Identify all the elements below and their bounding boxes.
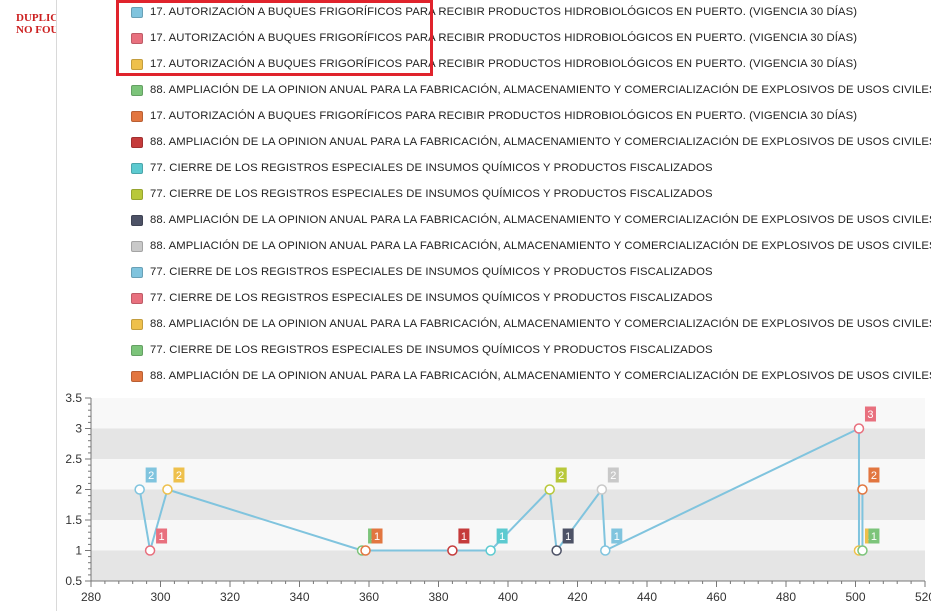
data-point <box>447 545 458 556</box>
data-label: 1 <box>499 531 505 543</box>
legend-swatch <box>131 162 143 174</box>
x-tick-label: 480 <box>776 590 796 604</box>
legend-item[interactable]: 88. AMPLIACIÓN DE LA OPINION ANUAL PARA … <box>131 315 931 333</box>
data-label: 1 <box>565 531 571 543</box>
legend-swatch <box>131 214 143 226</box>
x-tick-label: 280 <box>81 590 101 604</box>
data-label: 3 <box>867 409 873 421</box>
legend-swatch <box>131 188 143 200</box>
legend-item[interactable]: 88. AMPLIACIÓN DE LA OPINION ANUAL PARA … <box>131 81 931 99</box>
data-label: 1 <box>614 531 620 543</box>
data-point <box>485 545 496 556</box>
data-point <box>162 484 173 495</box>
line-chart: 0.5 1 1.5 2 2.5 3 3.5 280 300 320 340 360 380 400 420 4… <box>65 391 931 604</box>
legend-label: 88. AMPLIACIÓN DE LA OPINION ANUAL PARA … <box>150 318 931 330</box>
legend-label: 17. AUTORIZACIÓN A BUQUES FRIGORÍFICOS P… <box>150 6 858 18</box>
legend-item[interactable]: 77. CIERRE DE LOS REGISTROS ESPECIALES D… <box>131 159 713 177</box>
legend-item[interactable]: 77. CIERRE DE LOS REGISTROS ESPECIALES D… <box>131 289 713 307</box>
x-tick-label: 380 <box>428 590 448 604</box>
y-tick-label: 1 <box>75 544 82 558</box>
x-tick-label: 420 <box>567 590 587 604</box>
y-tick-label: 2 <box>75 483 82 497</box>
y-tick-label: 1.5 <box>65 513 82 527</box>
legend-swatch <box>131 110 143 122</box>
x-tick-label: 500 <box>845 590 865 604</box>
grid-band <box>91 428 925 459</box>
legend-swatch <box>131 58 143 70</box>
legend-item[interactable]: 17. AUTORIZACIÓN A BUQUES FRIGORÍFICOS P… <box>131 3 857 21</box>
duplicate-note-line1: DUPLICATE <box>16 12 56 24</box>
duplicate-note: DUPLICATE NO FOUND <box>16 12 56 36</box>
data-label: 2 <box>148 470 154 482</box>
legend-swatch <box>131 32 143 44</box>
legend-swatch <box>131 266 143 278</box>
duplicate-note-line2: NO FOUND <box>16 24 56 36</box>
x-tick-label: 320 <box>220 590 240 604</box>
legend-label: 77. CIERRE DE LOS REGISTROS ESPECIALES D… <box>150 344 713 356</box>
data-point <box>596 484 608 495</box>
legend-swatch <box>131 318 143 330</box>
y-tick-label: 2.5 <box>65 452 82 466</box>
legend-label: 77. CIERRE DE LOS REGISTROS ESPECIALES D… <box>150 266 713 278</box>
chart-legend: 17. AUTORIZACIÓN A BUQUES FRIGORÍFICOS P… <box>131 0 931 392</box>
data-label: 1 <box>374 531 380 543</box>
legend-label: 17. AUTORIZACIÓN A BUQUES FRIGORÍFICOS P… <box>150 110 858 122</box>
data-label: 2 <box>558 470 564 482</box>
legend-swatch <box>131 6 143 18</box>
data-point <box>144 545 156 556</box>
data-point <box>600 545 611 556</box>
legend-swatch <box>131 370 143 382</box>
legend-swatch <box>131 240 143 252</box>
legend-label: 77. CIERRE DE LOS REGISTROS ESPECIALES D… <box>150 188 713 200</box>
x-tick-label: 300 <box>150 590 170 604</box>
legend-item[interactable]: 17. AUTORIZACIÓN A BUQUES FRIGORÍFICOS P… <box>131 29 857 47</box>
legend-item[interactable]: 77. CIERRE DE LOS REGISTROS ESPECIALES D… <box>131 341 713 359</box>
x-tick-label: 460 <box>706 590 726 604</box>
legend-item[interactable]: 88. AMPLIACIÓN DE LA OPINION ANUAL PARA … <box>131 133 931 151</box>
legend-label: 17. AUTORIZACIÓN A BUQUES FRIGORÍFICOS P… <box>150 32 858 44</box>
grid-band <box>91 550 925 581</box>
data-label: 1 <box>461 531 467 543</box>
x-tick-label: 400 <box>498 590 518 604</box>
legend-item[interactable]: 88. AMPLIACIÓN DE LA OPINION ANUAL PARA … <box>131 211 931 229</box>
legend-label: 88. AMPLIACIÓN DE LA OPINION ANUAL PARA … <box>150 370 931 382</box>
data-point <box>544 484 555 495</box>
legend-label: 88. AMPLIACIÓN DE LA OPINION ANUAL PARA … <box>150 84 931 96</box>
legend-swatch <box>131 136 143 148</box>
legend-item[interactable]: 17. AUTORIZACIÓN A BUQUES FRIGORÍFICOS P… <box>131 107 857 125</box>
legend-item[interactable]: 17. AUTORIZACIÓN A BUQUES FRIGORÍFICOS P… <box>131 55 857 73</box>
y-tick-label: 3 <box>75 422 82 436</box>
legend-swatch <box>131 292 143 304</box>
left-panel: DUPLICATE NO FOUND <box>0 0 57 611</box>
legend-item[interactable]: 77. CIERRE DE LOS REGISTROS ESPECIALES D… <box>131 263 713 281</box>
data-point <box>857 484 868 495</box>
legend-item[interactable]: 88. AMPLIACIÓN DE LA OPINION ANUAL PARA … <box>131 367 931 385</box>
x-tick-label: 440 <box>637 590 657 604</box>
data-point <box>857 545 868 556</box>
data-label: 2 <box>610 470 616 482</box>
legend-label: 77. CIERRE DE LOS REGISTROS ESPECIALES D… <box>150 292 713 304</box>
legend-label: 88. AMPLIACIÓN DE LA OPINION ANUAL PARA … <box>150 214 931 226</box>
data-label: 1 <box>159 531 165 543</box>
x-tick-label: 340 <box>289 590 309 604</box>
legend-label: 88. AMPLIACIÓN DE LA OPINION ANUAL PARA … <box>150 240 931 252</box>
x-tick-label: 520 <box>915 590 931 604</box>
x-tick-label: 360 <box>359 590 379 604</box>
data-point <box>853 423 865 434</box>
legend-swatch <box>131 344 143 356</box>
legend-item[interactable]: 88. AMPLIACIÓN DE LA OPINION ANUAL PARA … <box>131 237 931 255</box>
data-point <box>134 484 145 495</box>
y-tick-label: 3.5 <box>65 391 82 405</box>
data-point <box>551 545 562 556</box>
legend-label: 88. AMPLIACIÓN DE LA OPINION ANUAL PARA … <box>150 136 931 148</box>
legend-item[interactable]: 77. CIERRE DE LOS REGISTROS ESPECIALES D… <box>131 185 713 203</box>
data-point <box>360 545 371 556</box>
legend-label: 77. CIERRE DE LOS REGISTROS ESPECIALES D… <box>150 162 713 174</box>
data-label: 1 <box>871 531 877 543</box>
data-label: 2 <box>176 470 182 482</box>
y-tick-label: 0.5 <box>65 574 82 588</box>
legend-swatch <box>131 84 143 96</box>
legend-label: 17. AUTORIZACIÓN A BUQUES FRIGORÍFICOS P… <box>150 58 858 70</box>
data-label: 2 <box>871 470 877 482</box>
